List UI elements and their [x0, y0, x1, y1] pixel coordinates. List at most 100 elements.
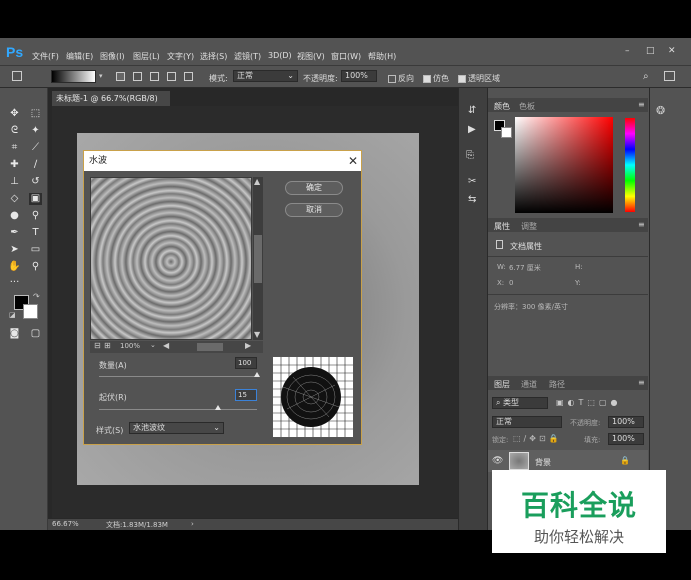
minimize-icon[interactable]: – [625, 46, 630, 56]
adjust-icon[interactable]: ⇆ [468, 194, 476, 205]
path-selection-icon[interactable]: ➤ [8, 244, 21, 256]
eyedropper-icon[interactable]: ⟋ [29, 142, 42, 154]
menu-file[interactable]: 文件(F) [32, 51, 59, 62]
paragraph-icon[interactable]: ⎘ [466, 150, 474, 161]
menu-edit[interactable]: 编辑(E) [66, 51, 93, 62]
panel-menu-icon[interactable]: ≡ [638, 378, 645, 387]
move-tool-icon[interactable]: ✥ [8, 108, 21, 120]
search-icon[interactable]: ⌕ [643, 71, 649, 82]
scroll-up-icon[interactable]: ▲ [254, 177, 260, 186]
history-brush-icon[interactable]: ↺ [29, 176, 42, 188]
zoom-level[interactable]: 66.67% [52, 520, 79, 528]
color-picker-field[interactable] [515, 117, 613, 213]
gradient-tool-icon[interactable]: ▣ [29, 193, 42, 205]
filter-preview[interactable] [90, 177, 252, 340]
tab-color[interactable]: 颜色 [494, 101, 510, 112]
blur-tool-icon[interactable]: ● [8, 210, 21, 222]
screen-mode-icon[interactable]: ▢ [29, 328, 42, 340]
lasso-tool-icon[interactable]: ᘓ [8, 125, 21, 137]
eye-icon[interactable]: 👁 [492, 456, 503, 466]
menu-image[interactable]: 图像(I) [100, 51, 125, 62]
amount-input[interactable]: 100 [235, 357, 257, 369]
hue-slider[interactable] [625, 118, 635, 212]
close-icon[interactable]: ✕ [668, 46, 676, 56]
tab-swatches[interactable]: 色板 [519, 101, 535, 112]
menu-layer[interactable]: 图层(L) [133, 51, 160, 62]
scroll-right-icon[interactable]: ▶ [245, 341, 251, 350]
width-value[interactable]: 6.77 厘米 [509, 263, 541, 273]
diamond-gradient-icon[interactable] [184, 72, 193, 81]
dither-checkbox[interactable]: 仿色 [423, 73, 449, 84]
rectangle-tool-icon[interactable]: ▭ [29, 244, 42, 256]
type-tool-icon[interactable]: T [29, 227, 42, 239]
ridges-slider-track[interactable] [99, 409, 257, 410]
chevron-down-icon[interactable]: ⌄ [150, 341, 156, 349]
layer-filter-select[interactable]: ⌕ 类型 [492, 397, 548, 409]
menu-3d[interactable]: 3D(D) [268, 51, 292, 60]
dodge-tool-icon[interactable]: ⚲ [29, 210, 42, 222]
fill-input[interactable]: 100% [608, 433, 644, 445]
layer-opacity-input[interactable]: 100% [608, 416, 644, 428]
angle-gradient-icon[interactable] [150, 72, 159, 81]
reverse-checkbox[interactable]: 反向 [388, 73, 414, 84]
document-tab[interactable]: 未标题-1 @ 66.7%(RGB/8) *× [52, 91, 170, 118]
tab-adjustments[interactable]: 调整 [521, 221, 537, 232]
x-value[interactable]: 0 [509, 279, 513, 287]
history-icon[interactable]: ⇵ [468, 105, 476, 116]
radial-gradient-icon[interactable] [133, 72, 142, 81]
brush-settings-icon[interactable]: ✂ [468, 176, 476, 187]
tab-properties[interactable]: 属性 [494, 221, 510, 232]
chevron-right-icon[interactable]: › [191, 520, 194, 528]
transparency-checkbox[interactable]: 透明区域 [458, 73, 500, 84]
style-select[interactable]: 水池波纹 ⌄ [129, 422, 224, 434]
tab-layers[interactable]: 图层 [494, 379, 510, 390]
marquee-tool-icon[interactable]: ⬚ [29, 108, 42, 120]
cancel-button[interactable]: 取消 [285, 203, 343, 217]
gradient-picker[interactable] [51, 70, 96, 83]
amount-slider-thumb[interactable] [254, 372, 260, 377]
quick-mask-icon[interactable]: ◙ [8, 328, 21, 340]
stamp-tool-icon[interactable]: ⊥ [8, 176, 21, 188]
ridges-slider-thumb[interactable] [214, 405, 221, 410]
workspace-icon[interactable] [664, 71, 675, 81]
linear-gradient-icon[interactable] [116, 72, 125, 81]
menu-help[interactable]: 帮助(H) [368, 51, 396, 62]
opacity-input[interactable]: 100% [341, 70, 377, 82]
more-tools-icon[interactable]: ··· [8, 277, 21, 289]
zoom-tool-icon[interactable]: ⚲ [29, 261, 42, 273]
default-colors-icon[interactable]: ◪ [9, 311, 16, 319]
scroll-left-icon[interactable]: ◀ [163, 341, 169, 350]
menu-type[interactable]: 文字(Y) [167, 51, 194, 62]
libraries-icon[interactable]: ❂ [656, 104, 665, 117]
chevron-down-icon[interactable]: ▾ [99, 72, 103, 80]
menu-window[interactable]: 窗口(W) [331, 51, 361, 62]
layer-filter-icons[interactable]: ▣◐T⬚▢● [556, 398, 622, 407]
pen-tool-icon[interactable]: ✒ [8, 227, 21, 239]
scroll-down-icon[interactable]: ▼ [254, 330, 260, 339]
scroll-thumb[interactable] [254, 235, 262, 283]
eraser-tool-icon[interactable]: ◇ [8, 193, 21, 205]
zoom-in-icon[interactable]: ⊞ [104, 341, 111, 350]
panel-menu-icon[interactable]: ≡ [638, 220, 645, 229]
amount-slider-track[interactable] [99, 376, 257, 377]
preview-vertical-scrollbar[interactable]: ▲ ▼ [253, 177, 263, 340]
healing-brush-icon[interactable]: ✚ [8, 159, 21, 171]
crop-tool-icon[interactable]: ⌗ [8, 142, 21, 154]
panel-menu-icon[interactable]: ≡ [638, 100, 645, 109]
horizontal-scroll-thumb[interactable] [197, 343, 223, 351]
tab-paths[interactable]: 路径 [549, 379, 565, 390]
background-color-swatch[interactable] [501, 127, 512, 138]
close-icon[interactable]: ✕ [346, 153, 360, 169]
blend-mode-select[interactable]: 正常 [492, 416, 562, 428]
menu-select[interactable]: 选择(S) [200, 51, 227, 62]
mode-select[interactable]: 正常 ⌄ [233, 70, 298, 82]
reflected-gradient-icon[interactable] [167, 72, 176, 81]
gradient-tool-icon[interactable] [12, 71, 22, 81]
menu-view[interactable]: 视图(V) [297, 51, 325, 62]
brush-tool-icon[interactable]: ∕ [29, 159, 42, 171]
maximize-icon[interactable]: □ [646, 46, 655, 56]
hand-tool-icon[interactable]: ✋ [8, 261, 21, 273]
zoom-out-icon[interactable]: ⊟ [94, 341, 101, 350]
menu-filter[interactable]: 滤镜(T) [234, 51, 261, 62]
actions-play-icon[interactable]: ▶ [468, 124, 476, 135]
